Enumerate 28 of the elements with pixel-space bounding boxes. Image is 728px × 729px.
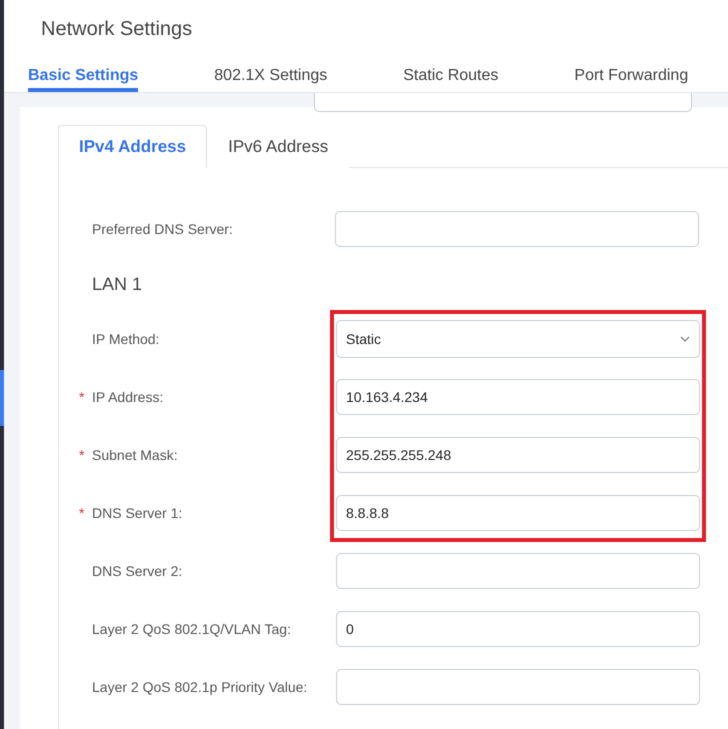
address-tab[interactable]: IPv4 Address: [58, 125, 208, 168]
input-field[interactable]: [336, 553, 700, 589]
settings-tab[interactable]: Port Forwarding: [574, 67, 688, 92]
input-field[interactable]: [336, 669, 700, 705]
field-label: Preferred DNS Server:: [92, 221, 233, 237]
field-label: DNS Server 2:: [92, 563, 182, 579]
input-field[interactable]: 10.163.4.234: [336, 379, 700, 415]
settings-tab[interactable]: Basic Settings: [28, 67, 138, 92]
field-label: Layer 2 QoS 802.1p Priority Value:: [92, 679, 308, 695]
required-mark: *: [79, 505, 84, 521]
input-field[interactable]: 8.8.8.8: [336, 495, 700, 531]
field-label: Subnet Mask:: [92, 447, 178, 463]
input-field[interactable]: [314, 93, 692, 112]
input-field[interactable]: 255.255.255.248: [336, 437, 700, 473]
input-field[interactable]: 0: [336, 611, 700, 647]
chevron-down-icon: [680, 336, 690, 342]
ip-method-select[interactable]: Static: [336, 320, 700, 358]
input-field[interactable]: [335, 211, 699, 247]
field-label: IP Address:: [92, 389, 164, 405]
required-mark: *: [79, 447, 84, 463]
field-label: IP Method:: [92, 331, 160, 347]
page-title: Network Settings: [40, 18, 194, 41]
field-label: Layer 2 QoS 802.1Q/VLAN Tag:: [92, 621, 291, 637]
settings-tab[interactable]: 802.1X Settings: [214, 67, 328, 92]
field-label: DNS Server 1:: [92, 505, 182, 521]
section-title: LAN 1: [92, 272, 144, 296]
settings-tab[interactable]: Static Routes: [403, 67, 498, 92]
required-mark: *: [79, 389, 84, 405]
